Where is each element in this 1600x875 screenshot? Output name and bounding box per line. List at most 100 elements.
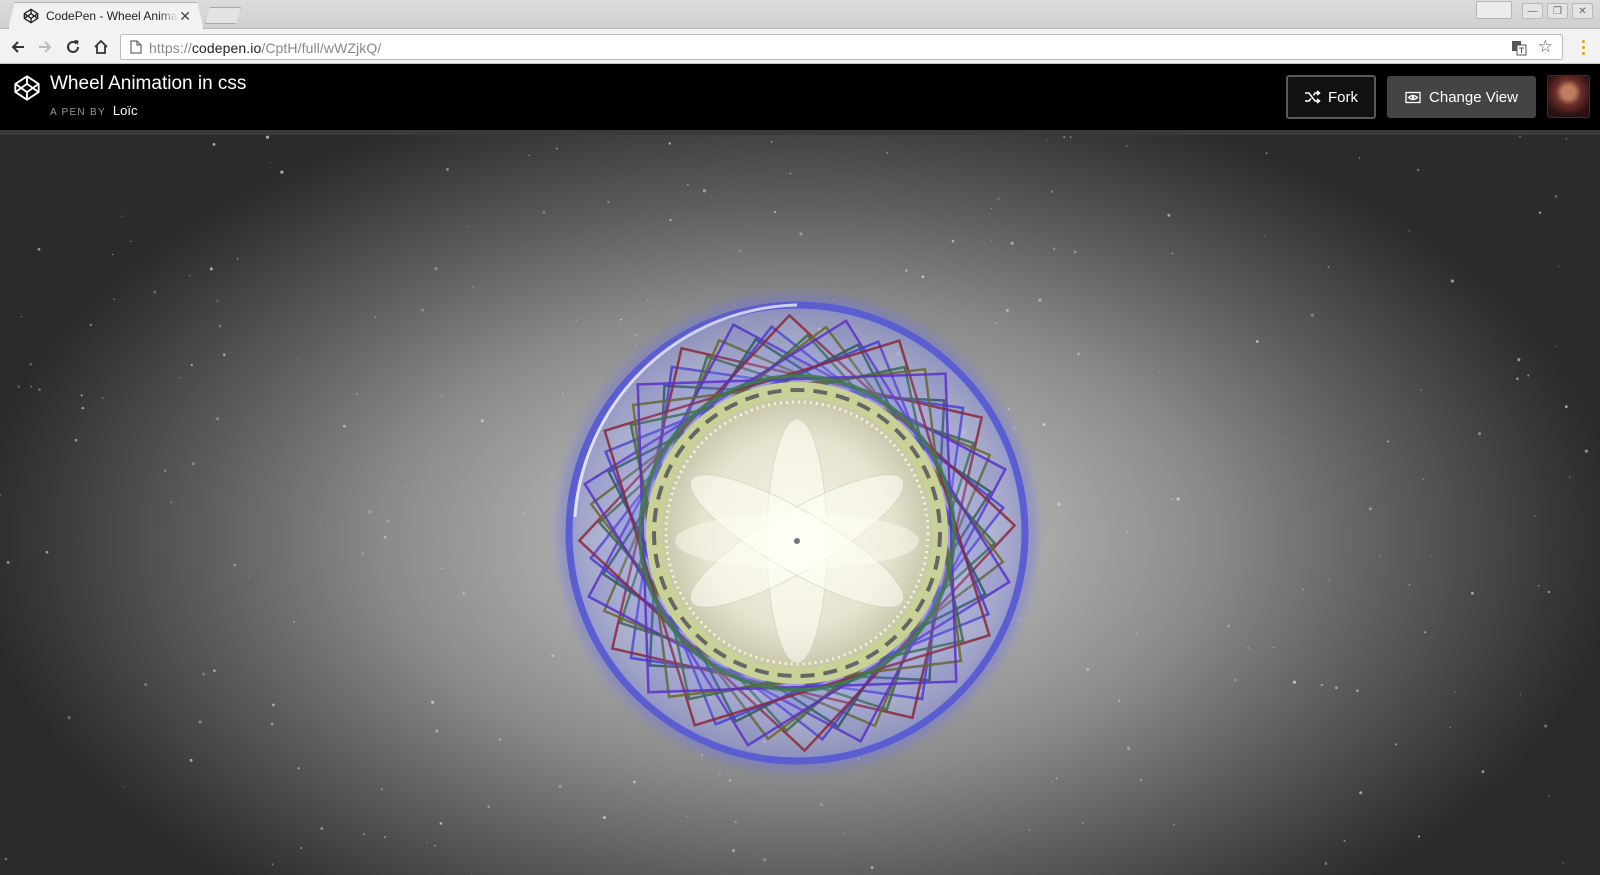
star-dot <box>1569 476 1571 478</box>
star-dot <box>1449 726 1451 729</box>
star-dot <box>558 784 562 788</box>
address-bar[interactable]: https://codepen.io/CptH/full/wWZjkQ/ ☆ <box>120 34 1563 60</box>
menu-dots-icon[interactable] <box>1578 37 1588 57</box>
star-dot <box>470 873 472 875</box>
change-view-button[interactable]: Change View <box>1387 76 1536 118</box>
star-dot <box>431 700 435 704</box>
star-dot <box>74 438 78 442</box>
new-tab-button[interactable] <box>205 7 241 24</box>
star-dot <box>1292 680 1297 684</box>
home-button[interactable] <box>91 37 111 57</box>
codepen-logo-icon[interactable] <box>13 74 41 102</box>
back-arrow-icon <box>11 41 24 53</box>
forward-button[interactable] <box>35 37 55 57</box>
star-dot <box>1247 647 1249 649</box>
reload-button[interactable] <box>63 37 83 57</box>
star-dot <box>1335 686 1338 690</box>
star-dot <box>236 258 239 260</box>
user-avatar[interactable] <box>1547 75 1590 118</box>
hub-center-dot <box>794 538 800 544</box>
star-dot <box>198 720 202 724</box>
star-dot <box>80 394 83 397</box>
star-dot <box>426 842 428 844</box>
star-dot <box>728 779 732 782</box>
star-dot <box>0 494 2 497</box>
star-dot <box>1356 689 1359 693</box>
star-dot <box>374 316 377 319</box>
star-dot <box>1422 478 1425 481</box>
forward-arrow-icon <box>39 41 52 53</box>
star-dot <box>387 519 390 523</box>
star-dot <box>189 758 193 762</box>
star-dot <box>202 672 206 676</box>
star-dot <box>870 866 874 869</box>
star-dot <box>1012 426 1016 430</box>
author-link[interactable]: Loïc <box>113 103 138 118</box>
star-dot <box>222 353 226 357</box>
close-window-button[interactable]: ✕ <box>1572 3 1593 19</box>
tab-close-icon[interactable]: ✕ <box>179 9 191 23</box>
star-dot <box>702 189 707 193</box>
star-dot <box>1527 374 1530 377</box>
star-dot <box>1537 584 1540 587</box>
profile-button[interactable] <box>1476 1 1512 19</box>
star-dot <box>468 225 470 228</box>
star-dot <box>271 863 274 866</box>
star-dot <box>1073 250 1077 254</box>
star-dot <box>1233 678 1237 682</box>
star-dot <box>635 344 637 346</box>
star-dot <box>270 722 274 726</box>
star-dot <box>551 600 553 603</box>
star-dot <box>1394 743 1397 746</box>
star-dot <box>1085 667 1090 672</box>
star-dot <box>686 815 688 818</box>
translate-icon[interactable] <box>1511 40 1527 56</box>
back-button[interactable] <box>8 37 28 57</box>
minimize-button[interactable]: — <box>1522 3 1543 19</box>
star-dot <box>1028 829 1031 831</box>
star-dot <box>1051 780 1053 783</box>
star-dot <box>1063 136 1066 139</box>
star-dot <box>362 833 365 836</box>
star-dot <box>1146 607 1148 609</box>
browser-toolbar: https://codepen.io/CptH/full/wWZjkQ/ ☆ <box>0 29 1600 64</box>
star-dot <box>844 832 846 834</box>
wheel-animation <box>0 135 1589 875</box>
star-dot <box>1082 821 1084 824</box>
star-dot <box>1420 389 1423 391</box>
star-dot <box>1558 265 1561 268</box>
star-dot <box>1453 691 1456 694</box>
star-dot <box>216 417 220 421</box>
star-dot <box>620 318 622 321</box>
star-dot <box>191 462 195 466</box>
star-dot <box>1519 693 1522 696</box>
star-dot <box>1076 352 1080 356</box>
browser-tab[interactable]: CodePen - Wheel Animation in css ✕ <box>8 2 204 29</box>
star-dot <box>472 286 474 288</box>
star-dot <box>734 820 737 824</box>
star-dot <box>1320 683 1323 687</box>
star-dot <box>773 210 777 214</box>
maximize-button[interactable]: ❐ <box>1547 3 1568 19</box>
star-dot <box>1538 211 1542 214</box>
star-dot <box>1171 252 1174 255</box>
fork-label: Fork <box>1328 88 1358 106</box>
maximize-icon: ❐ <box>1553 5 1562 17</box>
star-dot <box>1378 555 1381 558</box>
bookmark-star-icon[interactable]: ☆ <box>1538 37 1553 57</box>
star-dot <box>562 393 564 395</box>
star-dot <box>356 393 358 395</box>
star-dot <box>297 359 299 361</box>
star-dot <box>1516 377 1519 381</box>
star-dot <box>687 183 689 186</box>
star-dot <box>1126 746 1131 751</box>
star-dot <box>38 388 41 391</box>
star-dot <box>271 703 275 707</box>
star-dot <box>113 298 115 300</box>
star-dot <box>1450 279 1455 283</box>
star-dot <box>819 802 824 807</box>
star-dot <box>1359 791 1363 795</box>
fork-button[interactable]: Fork <box>1286 75 1376 119</box>
star-dot <box>89 323 92 327</box>
star-dot <box>1159 371 1161 373</box>
